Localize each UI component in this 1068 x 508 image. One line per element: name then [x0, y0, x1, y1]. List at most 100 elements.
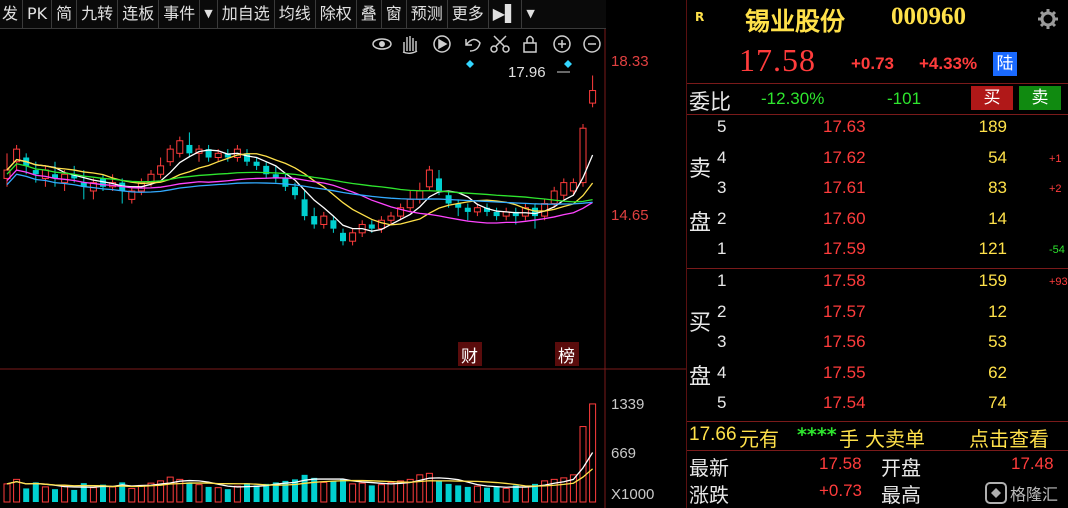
watermark-text: 格隆汇 [1010, 485, 1059, 504]
candle-body [330, 220, 337, 229]
asks-level-price: 17.63 [823, 117, 866, 136]
bids-level-index: 2 [717, 301, 727, 321]
toolbar-jiuzhuan[interactable]: 九转 [77, 0, 119, 28]
volume-bar [61, 485, 69, 503]
big-order-view-link[interactable]: 点击查看 [969, 423, 1049, 452]
candles-layer [3, 75, 597, 246]
gear-icon[interactable] [1037, 8, 1059, 30]
toolbar-lianban[interactable]: 连板 [118, 0, 160, 28]
volume-bar [137, 484, 145, 503]
toolbar-jian[interactable]: 简 [52, 0, 78, 28]
sell-button[interactable]: 卖 [1019, 86, 1061, 110]
bids-level-price: 17.57 [823, 301, 866, 321]
volume-bar [214, 487, 222, 503]
ma-lines-layer [6, 149, 594, 488]
toolbar-exright[interactable]: 除权 [316, 0, 357, 28]
toolbar-play-icon[interactable]: ▶▌ [489, 0, 523, 28]
toolbar-window[interactable]: 窗 [382, 0, 407, 28]
latest-value: 17.58 [819, 454, 862, 473]
volume-bar [464, 486, 471, 502]
bids-level-index: 3 [717, 332, 727, 351]
volume-bar [100, 484, 106, 502]
toolbar-ma[interactable]: 均线 [275, 0, 316, 28]
candle-body [320, 215, 328, 225]
bids-level-price: 17.56 [823, 332, 866, 351]
chart-toolbar: 发 PK 简 九转 连板 事件 ▼ 加自选 均线 除权 叠 窗 预测 更多 ▶▌… [0, 0, 606, 29]
candle-body [569, 182, 577, 192]
toolbar-forecast[interactable]: 预测 [407, 0, 448, 28]
ratio-diff: -101 [887, 89, 922, 108]
bids-level-price: 17.58 [823, 271, 866, 290]
max-price-marker: 17.96 [508, 64, 546, 81]
volume-bar [41, 486, 49, 503]
big-order-shou: 手 [839, 427, 859, 451]
toolbar-shijian[interactable]: 事件 [159, 0, 201, 28]
candle-body [368, 224, 375, 229]
buy-button[interactable]: 买 [971, 86, 1013, 110]
asks-level-price: 17.60 [823, 208, 866, 228]
connect-tag[interactable]: 陆 [993, 52, 1017, 76]
asks-level-change: +1 [1049, 152, 1062, 165]
watermark-logo-icon [985, 482, 1007, 504]
candle-body [282, 178, 289, 187]
toolbar-add-watchlist[interactable]: 加自选 [218, 0, 275, 28]
change-label: 涨跌 [689, 483, 729, 507]
watermark: 格隆汇 [985, 480, 1058, 506]
rank-badge[interactable]: 榜 [555, 342, 579, 367]
change-value: +0.73 [819, 481, 863, 500]
candle-body [340, 232, 346, 242]
price-tick-high: 18.33 [611, 53, 649, 70]
candle-body [166, 148, 174, 163]
bids-level-index: 4 [717, 362, 727, 382]
toolbar-fa[interactable]: 发 [0, 0, 24, 28]
volume-bar [71, 489, 78, 502]
volume-bar [23, 488, 30, 502]
big-order-stars: **** [797, 424, 837, 446]
toolbar-dropdown-icon[interactable]: ▼ [200, 0, 218, 28]
volume-bar [484, 487, 490, 502]
toolbar-more-dropdown-icon[interactable]: ▼ [522, 0, 538, 28]
asks-level-index: 1 [717, 239, 727, 258]
bids-level-price: 17.54 [823, 393, 866, 412]
candle-body [32, 170, 39, 175]
toolbar-pk[interactable]: PK [23, 0, 53, 28]
ratio-pct: -12.30% [761, 89, 825, 108]
volume-bar [320, 481, 328, 503]
asks-level-price: 17.62 [823, 147, 866, 167]
volume-bar [233, 485, 241, 503]
toolbar-more[interactable]: 更多 [448, 0, 489, 28]
bids-level-volume: 53 [988, 332, 1007, 351]
candle-body [186, 144, 193, 154]
bids-level-volume: 62 [988, 362, 1007, 382]
asks-level-index: 5 [717, 117, 727, 136]
volume-bar [301, 474, 308, 502]
volume-bar [89, 487, 97, 503]
volume-bar [52, 489, 58, 502]
candle-body [406, 198, 414, 209]
bids-level-change: +93 [1049, 276, 1068, 288]
asks-level-volume: 54 [988, 147, 1007, 167]
candle-body [532, 207, 538, 217]
asks-level-volume: 14 [988, 208, 1007, 228]
volume-bar [128, 487, 136, 503]
candle-body [387, 215, 395, 221]
volume-bar [253, 485, 260, 502]
high-label: 最高 [881, 483, 921, 507]
volume-bar [109, 486, 117, 503]
volume-bar [377, 484, 385, 503]
bid-book: 买 盘 1 17.58 159 +93 2 17.57 12 3 17.56 53 4 17.55 62… [687, 269, 1068, 421]
toolbar-overlay[interactable]: 叠 [357, 0, 382, 28]
volume-bar [445, 483, 452, 502]
big-order-row[interactable]: 17.66 元有 **** 手 大卖单 点击查看 [687, 422, 1068, 452]
volume-bar [224, 489, 231, 502]
big-order-price: 17.66 [689, 424, 737, 445]
candle-body [436, 178, 442, 191]
asks-level-index: 3 [717, 178, 727, 197]
candle-body [473, 207, 481, 213]
quote-panel: R 锡业股份 000960 17.58 +0.73 +4.33% 陆 委比 -1… [686, 0, 1068, 508]
bids-level-price: 17.55 [823, 362, 866, 382]
kline-chart[interactable]: 17.96 财 榜 18.33 14.65 1339 669 X1000 [0, 29, 686, 508]
last-price: 17.58 [739, 42, 816, 78]
finance-badge[interactable]: 财 [458, 342, 482, 367]
bid-label-top: 买 [689, 311, 712, 336]
